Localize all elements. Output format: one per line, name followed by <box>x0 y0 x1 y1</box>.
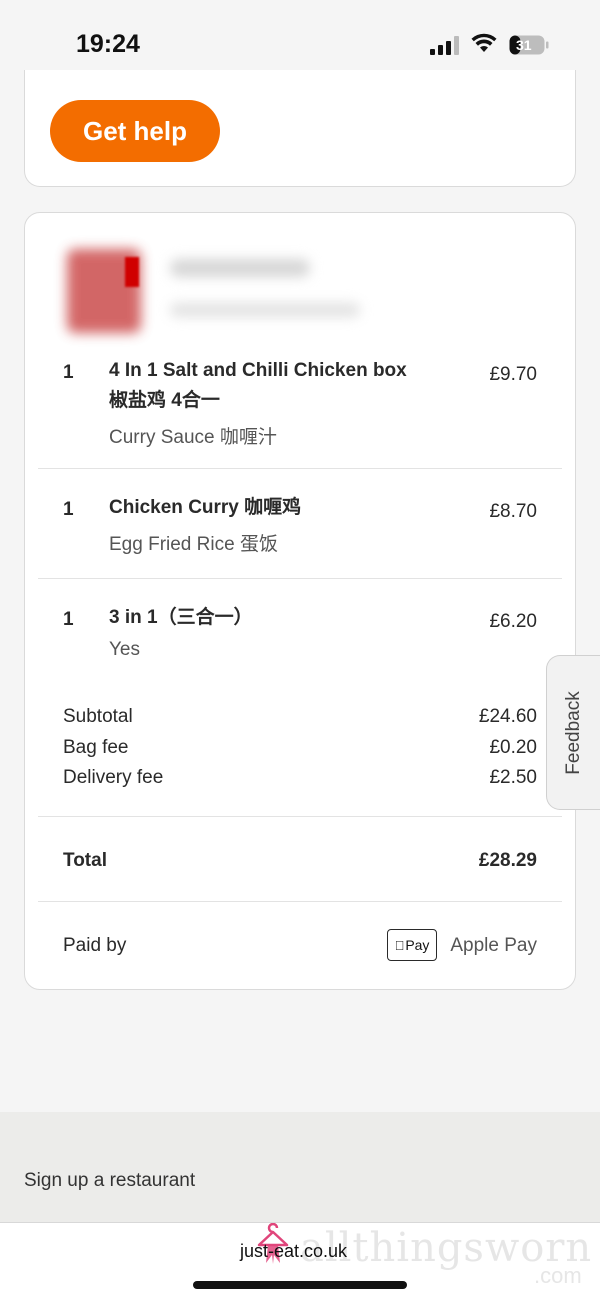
restaurant-address-redacted <box>170 303 360 317</box>
item-option: Yes <box>109 639 140 660</box>
cellular-signal-icon <box>430 35 460 55</box>
item-name: Chicken Curry 咖喱鸡 <box>109 497 302 518</box>
paid-by-label: Paid by <box>63 935 127 956</box>
feedback-label: Feedback <box>562 690 584 775</box>
item-option: Curry Sauce 咖喱汁 <box>109 427 277 448</box>
home-indicator[interactable] <box>193 1281 407 1289</box>
feedback-tab[interactable]: Feedback <box>546 655 600 810</box>
restaurant-logo-accent <box>125 257 139 287</box>
apple-pay-badge-text: Pay <box>400 937 429 953</box>
apple-pay-badge:  Pay <box>387 929 437 961</box>
item-price: £8.70 <box>489 501 537 522</box>
item-name: 3 in 1（三合一） <box>109 607 253 628</box>
browser-bottom-bar: allthingsworn .com just-eat.co.uk <box>0 1222 600 1301</box>
item-price: £6.20 <box>489 611 537 632</box>
item-price: £9.70 <box>489 364 537 385</box>
help-card: Get help <box>24 70 576 187</box>
footer: Sign up a restaurant <box>0 1112 600 1222</box>
sign-up-restaurant-link[interactable]: Sign up a restaurant <box>24 1170 195 1192</box>
item-name-secondary: 椒盐鸡 4合一 <box>109 390 220 411</box>
total-value: £28.29 <box>478 850 537 871</box>
payment-method: Apple Pay <box>450 935 537 956</box>
total-label: Total <box>63 850 107 871</box>
subtotal-value: £24.60 <box>478 706 537 727</box>
url-domain[interactable]: just-eat.co.uk <box>240 1241 347 1262</box>
status-time: 19:24 <box>76 30 140 58</box>
subtotal-label: Subtotal <box>63 706 133 727</box>
watermark-suffix: .com <box>534 1263 582 1288</box>
divider <box>38 816 562 817</box>
delivery-fee-value: £2.50 <box>489 767 537 788</box>
item-name: 4 In 1 Salt and Chilli Chicken box <box>109 360 407 381</box>
restaurant-name-redacted <box>170 259 310 277</box>
divider <box>38 468 562 469</box>
order-details-page: 19:24 31 Get help 1 4 In 1 Salt and Chil… <box>0 0 600 1301</box>
item-quantity: 1 <box>63 499 74 520</box>
delivery-fee-label: Delivery fee <box>63 767 164 788</box>
get-help-button[interactable]: Get help <box>50 100 220 162</box>
bag-fee-label: Bag fee <box>63 737 129 758</box>
apple-logo-icon:  <box>395 938 405 953</box>
bag-fee-value: £0.20 <box>489 737 537 758</box>
item-quantity: 1 <box>63 609 74 630</box>
divider <box>38 578 562 579</box>
item-quantity: 1 <box>63 362 74 383</box>
battery-level: 31 <box>516 37 532 53</box>
item-option: Egg Fried Rice 蛋饭 <box>109 534 278 555</box>
order-summary-card: 1 4 In 1 Salt and Chilli Chicken box 椒盐鸡… <box>24 212 576 990</box>
divider <box>38 901 562 902</box>
wifi-icon <box>471 33 497 52</box>
